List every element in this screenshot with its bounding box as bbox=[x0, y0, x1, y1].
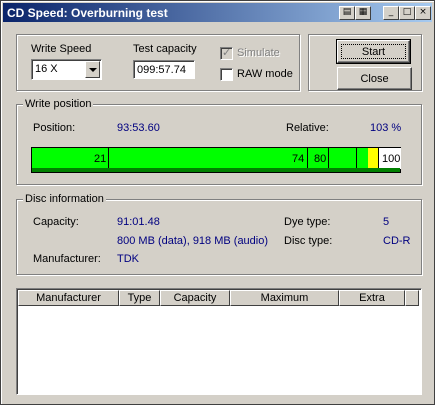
disc-info-title: Disc information bbox=[23, 193, 106, 205]
close-button[interactable]: Close bbox=[337, 67, 412, 90]
position-value: 93:53.60 bbox=[117, 122, 160, 134]
write-position-bar: 21 74 80 100 bbox=[31, 147, 401, 173]
start-button[interactable]: Start bbox=[336, 39, 411, 64]
write-position-title: Write position bbox=[23, 98, 94, 110]
tick-80 bbox=[328, 148, 329, 169]
column-header-extra[interactable]: Extra bbox=[339, 290, 405, 306]
disc-type-value: CD-R bbox=[383, 235, 411, 247]
dye-type-label: Dye type: bbox=[284, 216, 331, 228]
manufacturer-value: TDK bbox=[117, 253, 139, 265]
raw-mode-label[interactable]: RAW mode bbox=[237, 68, 293, 80]
close-icon[interactable]: × bbox=[415, 6, 431, 20]
test-capacity-value: 099:57.74 bbox=[137, 64, 186, 76]
write-speed-select[interactable]: 16 X bbox=[31, 59, 102, 80]
tick-label-80: 80 bbox=[314, 153, 327, 165]
relative-value: 103 % bbox=[370, 122, 402, 134]
main-window: CD Speed: Overburning test ▤ ▦ _ □ × Wri… bbox=[0, 0, 435, 405]
write-speed-value: 16 X bbox=[35, 63, 58, 75]
tick-label-100: 100 bbox=[382, 153, 401, 165]
window-title: CD Speed: Overburning test bbox=[7, 6, 168, 20]
tick-label-21: 21 bbox=[94, 153, 107, 165]
column-header-type[interactable]: Type bbox=[119, 290, 160, 306]
column-header-capacity[interactable]: Capacity bbox=[160, 290, 230, 306]
chevron-down-icon[interactable] bbox=[85, 61, 100, 78]
raw-mode-checkbox[interactable] bbox=[220, 68, 233, 81]
results-table[interactable]: Manufacturer Type Capacity Maximum Extra bbox=[16, 288, 422, 395]
manufacturer-label: Manufacturer: bbox=[33, 253, 101, 265]
column-header-maximum[interactable]: Maximum bbox=[230, 290, 339, 306]
tick-21 bbox=[108, 148, 109, 169]
save-icon[interactable]: ▦ bbox=[355, 6, 371, 20]
dye-type-value: 5 bbox=[383, 216, 390, 228]
minimize-icon[interactable]: _ bbox=[383, 6, 399, 20]
actions-group: Start Close bbox=[308, 34, 422, 91]
close-button-label: Close bbox=[360, 73, 389, 85]
help-icon[interactable]: ▤ bbox=[339, 6, 355, 20]
disc-type-label: Disc type: bbox=[284, 235, 333, 247]
maximize-icon[interactable]: □ bbox=[399, 6, 415, 20]
relative-label: Relative: bbox=[286, 122, 329, 134]
capacity-value: 91:01.48 bbox=[117, 216, 160, 228]
column-header-filler bbox=[405, 290, 419, 306]
column-header-manufacturer[interactable]: Manufacturer bbox=[18, 290, 119, 306]
disc-size-value: 800 MB (data), 918 MB (audio) bbox=[117, 235, 269, 247]
current-position-marker bbox=[368, 148, 378, 169]
focus-rect bbox=[341, 44, 406, 59]
write-speed-label: Write Speed bbox=[31, 43, 92, 55]
position-label: Position: bbox=[33, 122, 76, 134]
test-capacity-input[interactable]: 099:57.74 bbox=[133, 60, 195, 79]
bar-base bbox=[32, 168, 400, 172]
capacity-label: Capacity: bbox=[33, 216, 79, 228]
tick-label-74: 74 bbox=[292, 153, 305, 165]
tick-marker bbox=[356, 148, 357, 169]
simulate-checkbox[interactable] bbox=[220, 46, 233, 60]
tick-74 bbox=[307, 148, 308, 169]
simulate-label: Simulate bbox=[237, 47, 280, 59]
test-capacity-label: Test capacity bbox=[133, 43, 197, 55]
settings-group: Write Speed 16 X Test capacity 099:57.74… bbox=[16, 34, 300, 91]
title-bar[interactable]: CD Speed: Overburning test ▤ ▦ _ □ × bbox=[3, 3, 432, 22]
